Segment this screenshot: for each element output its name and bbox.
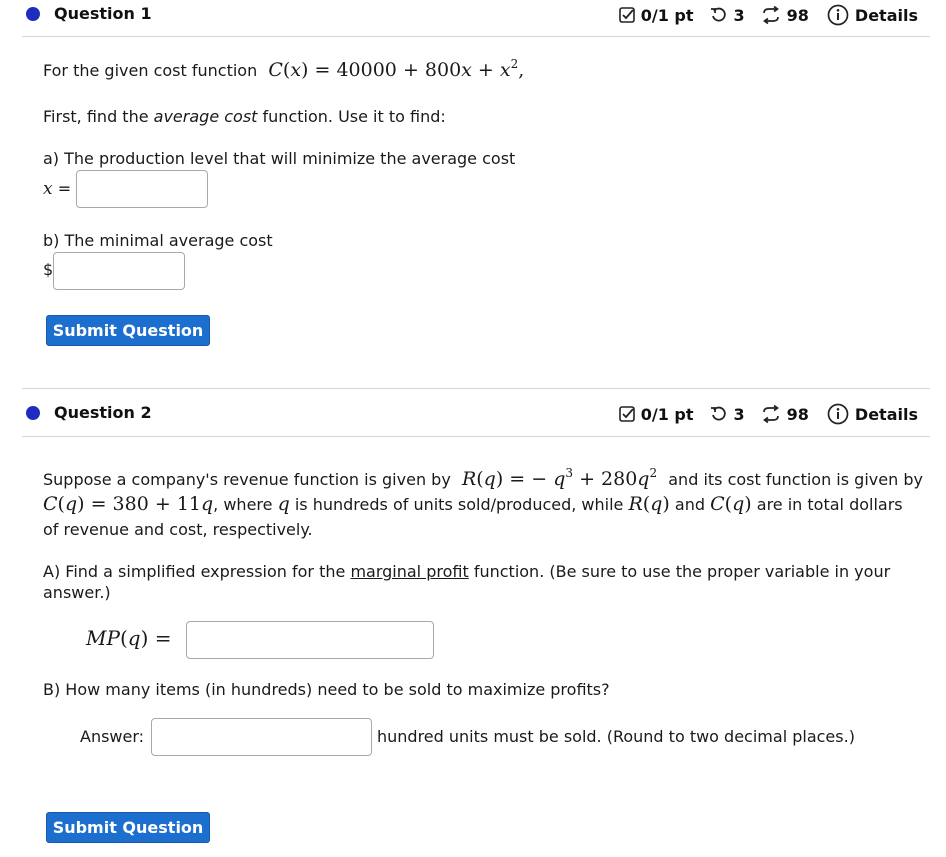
answer-suffix: hundred units must be sold. (Round to tw… — [377, 727, 855, 746]
x-label: x = — [43, 179, 72, 199]
attempts-count: 98 — [786, 404, 809, 424]
equals-sign: = — [57, 179, 72, 198]
part-a-label: a) The production level that will minimi… — [43, 149, 516, 168]
status-dot-icon — [26, 406, 40, 420]
question-1-header: Question 1 0/1 pt 3 98 Details — [0, 0, 946, 36]
marginal-profit-input[interactable] — [186, 621, 434, 659]
question-2-header: Question 2 0/1 pt 3 98 Details — [0, 396, 946, 432]
paragraph-text: Suppose a company's revenue function is … — [43, 470, 451, 489]
cost-function-formula: C(q) = 380 + 11q — [43, 493, 214, 515]
info-icon[interactable] — [827, 403, 849, 425]
question-title: Question 1 — [54, 4, 152, 23]
attempts-icon — [761, 405, 781, 423]
retries-count: 3 — [733, 404, 745, 424]
checkbox-icon — [618, 7, 635, 23]
revenue-symbol: R(q) — [628, 493, 670, 515]
q-variable: q — [277, 493, 290, 515]
revenue-function-formula: R(q) = − q3 + 280q2 — [461, 466, 658, 490]
part-b-label: b) The minimal average cost — [43, 231, 273, 250]
details-link[interactable]: Details — [855, 6, 918, 25]
part-b-instruction: B) How many items (in hundreds) need to … — [43, 680, 610, 699]
q2-paragraph-line-3: of revenue and cost, respectively. — [43, 520, 313, 539]
question-1-intro: For the given cost function C(x) = 40000… — [43, 58, 524, 83]
production-level-input[interactable] — [76, 170, 208, 208]
part-a-instruction-line-2: answer.) — [43, 583, 111, 602]
dollar-label: $ — [43, 260, 54, 279]
instruction-emphasis: average cost — [153, 107, 258, 126]
q2-paragraph-line-2: C(q) = 380 + 11q, where q is hundreds of… — [43, 492, 903, 517]
paragraph-text: is hundreds of units sold/produced, whil… — [294, 495, 624, 514]
retry-icon — [710, 405, 728, 423]
status-dot-icon — [26, 7, 40, 21]
retries-count: 3 — [733, 5, 745, 25]
instruction-text: function. (Be sure to use the proper var… — [473, 562, 891, 581]
intro-text: For the given cost function — [43, 61, 258, 80]
attempts-icon — [761, 6, 781, 24]
paragraph-text: and — [674, 495, 706, 514]
question-meta: 0/1 pt 3 98 Details — [618, 4, 918, 26]
q2-paragraph-line-1: Suppose a company's revenue function is … — [43, 467, 923, 492]
divider — [22, 436, 930, 437]
answer-label: Answer: — [80, 727, 145, 746]
paragraph-text: are in total dollars — [756, 495, 903, 514]
retry-icon — [710, 6, 728, 24]
checkbox-icon — [618, 406, 635, 422]
submit-question-2-button[interactable]: Submit Question — [46, 812, 210, 843]
min-average-cost-input[interactable] — [53, 252, 185, 290]
answer-input[interactable] — [151, 718, 372, 756]
cost-symbol: C(q) — [710, 493, 752, 515]
instruction-text: A) Find a simplified expression for the — [43, 562, 346, 581]
divider — [22, 388, 930, 389]
divider — [22, 36, 930, 37]
first-instruction: First, find the average cost function. U… — [43, 105, 446, 129]
score-text: 0/1 pt — [640, 404, 694, 424]
attempts-count: 98 — [786, 5, 809, 25]
part-a-instruction: A) Find a simplified expression for the … — [43, 560, 890, 584]
instruction-text: First, find the — [43, 107, 149, 126]
mp-label: MP(q) = — [86, 626, 172, 650]
score-text: 0/1 pt — [640, 5, 694, 25]
submit-question-1-button[interactable]: Submit Question — [46, 315, 210, 346]
marginal-profit-link[interactable]: marginal profit — [350, 562, 468, 581]
instruction-text-end: function. Use it to find: — [262, 107, 446, 126]
info-icon[interactable] — [827, 4, 849, 26]
details-link[interactable]: Details — [855, 405, 918, 424]
paragraph-text: , where — [213, 495, 273, 514]
question-meta: 0/1 pt 3 98 Details — [618, 403, 918, 425]
question-title: Question 2 — [54, 403, 152, 422]
paragraph-text: and its cost function is given by — [668, 470, 923, 489]
cost-function-formula: C(x) = 40000 + 800x + x2, — [268, 57, 525, 81]
